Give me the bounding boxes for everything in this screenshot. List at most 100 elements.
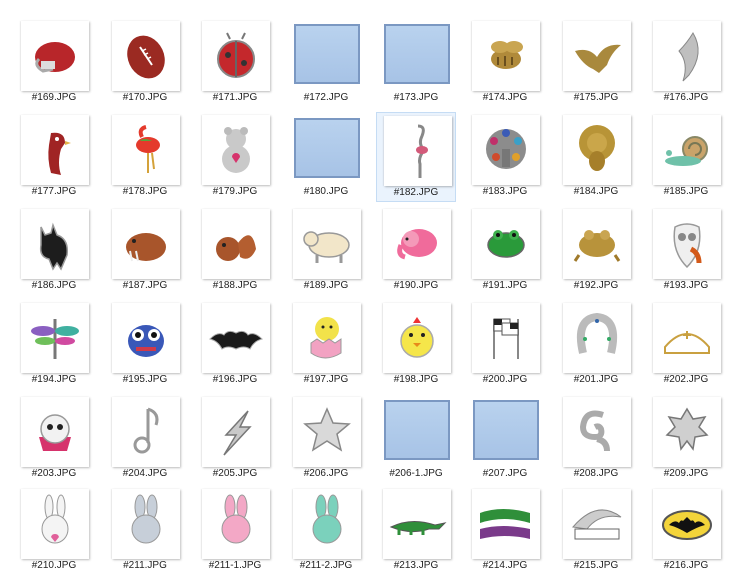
teddy-bear-icon [222, 127, 250, 173]
thumbnail-tile[interactable]: #183.JPG [465, 112, 545, 202]
thumbnail-tile[interactable]: #207.JPG [465, 394, 545, 484]
thumbnail-image [383, 489, 451, 559]
file-name-label: #182.JPG [393, 187, 439, 198]
thumbnail-tile[interactable]: #215.JPG [556, 486, 636, 576]
dragonfly-icon [31, 319, 79, 359]
file-name-label: #169.JPG [31, 92, 77, 103]
thumbnail-image [112, 209, 180, 279]
thumbnail-tile[interactable]: #185.JPG [646, 112, 726, 202]
thumbnail-tile[interactable]: #170.JPG [105, 18, 185, 108]
thumbnail-image [653, 21, 721, 91]
cupcake-skull-icon [39, 414, 71, 451]
wing-icon [678, 32, 699, 82]
black-cat-icon [39, 222, 69, 271]
thumbnail-tile[interactable]: #190.JPG [376, 206, 456, 296]
swirl-icon [579, 410, 610, 452]
thumbnail-tile[interactable]: #200.JPG [465, 300, 545, 390]
file-name-label: #214.JPG [482, 560, 528, 571]
thumbnail-tile[interactable]: #187.JPG [105, 206, 185, 296]
file-name-label: #206-1.JPG [389, 468, 443, 479]
thumbnail-tile[interactable]: #175.JPG [556, 18, 636, 108]
thumbnail-tile[interactable]: #180.JPG [286, 112, 366, 202]
file-name-label: #209.JPG [663, 468, 709, 479]
thumbnail-tile[interactable]: #193.JPG [646, 206, 726, 296]
thumbnail-tile[interactable]: #192.JPG [556, 206, 636, 296]
thumbnail-tile[interactable]: #196.JPG [195, 300, 275, 390]
thumbnail-tile[interactable]: #211-2.JPG [286, 486, 366, 576]
thumbnail-tile[interactable]: #205.JPG [195, 394, 275, 484]
file-name-label: #183.JPG [482, 186, 528, 197]
thumbnail-image [21, 21, 89, 91]
snail-icon [665, 136, 708, 166]
thumbnail-tile[interactable]: #191.JPG [465, 206, 545, 296]
thumbnail-tile[interactable]: #213.JPG [376, 486, 456, 576]
thumbnail-tile[interactable]: #197.JPG [286, 300, 366, 390]
thumbnail-tile[interactable]: #176.JPG [646, 18, 726, 108]
thumbnail-tile[interactable]: #178.JPG [105, 112, 185, 202]
thumbnail-image [112, 303, 180, 373]
nurse-cap-icon [664, 331, 710, 354]
thumbnail-tile[interactable]: #173.JPG [376, 18, 456, 108]
file-name-label: #198.JPG [393, 374, 439, 385]
file-name-label: #194.JPG [31, 374, 77, 385]
thumbnail-tile[interactable]: #189.JPG [286, 206, 366, 296]
thumbnail-image [563, 489, 631, 559]
file-name-label: #187.JPG [122, 280, 168, 291]
thumbnail-image [293, 209, 361, 279]
thumbnail-tile[interactable]: #194.JPG [14, 300, 94, 390]
thumbnail-image [112, 21, 180, 91]
thumbnail-tile[interactable]: #204.JPG [105, 394, 185, 484]
thumbnail-tile[interactable]: #179.JPG [195, 112, 275, 202]
thumbnail-tile[interactable]: #206-1.JPG [376, 394, 456, 484]
thumbnail-tile[interactable]: #209.JPG [646, 394, 726, 484]
football-helmet-icon [35, 42, 75, 73]
thumbnail-tile[interactable]: #211.JPG [105, 486, 185, 576]
file-name-label: #208.JPG [573, 468, 619, 479]
bunny-gray-icon [131, 494, 161, 544]
image-placeholder-icon [473, 400, 539, 460]
thumbnail-image [472, 209, 540, 279]
thumbnail-tile[interactable]: #184.JPG [556, 112, 636, 202]
thumbnail-tile[interactable]: #210.JPG [14, 486, 94, 576]
thumbnail-tile[interactable]: #202.JPG [646, 300, 726, 390]
file-name-label: #179.JPG [212, 186, 258, 197]
thumbnail-tile[interactable]: #171.JPG [195, 18, 275, 108]
thumbnail-image [563, 21, 631, 91]
owl-icon [673, 223, 702, 269]
sheriff-badge-icon [665, 407, 709, 451]
thumbnail-tile[interactable]: #208.JPG [556, 394, 636, 484]
thumbnail-tile[interactable]: #214.JPG [465, 486, 545, 576]
star-icon [303, 407, 351, 452]
flamingo-silver-icon [416, 124, 428, 178]
file-name-label: #216.JPG [663, 560, 709, 571]
thumbnail-tile[interactable]: #211-1.JPG [195, 486, 275, 576]
thumbnail-tile[interactable]: #201.JPG [556, 300, 636, 390]
ladybug-icon [217, 32, 255, 78]
thumbnail-tile[interactable]: #177.JPG [14, 112, 94, 202]
file-name-label: #215.JPG [573, 560, 619, 571]
file-name-label: #193.JPG [663, 280, 709, 291]
file-name-label: #196.JPG [212, 374, 258, 385]
file-name-label: #180.JPG [303, 186, 349, 197]
bat-icon [209, 330, 263, 350]
thumbnail-tile[interactable]: #169.JPG [14, 18, 94, 108]
file-name-label: #178.JPG [122, 186, 168, 197]
file-name-label: #200.JPG [482, 374, 528, 385]
checkered-flags-icon [493, 318, 519, 359]
walrus-icon [126, 233, 166, 262]
file-name-label: #207.JPG [482, 468, 528, 479]
thumbnail-tile[interactable]: #186.JPG [14, 206, 94, 296]
thumbnail-tile[interactable]: #195.JPG [105, 300, 185, 390]
thumbnail-tile[interactable]: #172.JPG [286, 18, 366, 108]
music-note-icon [133, 407, 159, 454]
thumbnail-tile[interactable]: #188.JPG [195, 206, 275, 296]
thumbnail-tile[interactable]: #182.JPG [376, 112, 456, 202]
thumbnail-tile[interactable]: #206.JPG [286, 394, 366, 484]
file-name-label: #174.JPG [482, 92, 528, 103]
thumbnail-image [563, 397, 631, 467]
thumbnail-image [112, 397, 180, 467]
thumbnail-tile[interactable]: #203.JPG [14, 394, 94, 484]
thumbnail-tile[interactable]: #216.JPG [646, 486, 726, 576]
thumbnail-tile[interactable]: #174.JPG [465, 18, 545, 108]
thumbnail-tile[interactable]: #198.JPG [376, 300, 456, 390]
